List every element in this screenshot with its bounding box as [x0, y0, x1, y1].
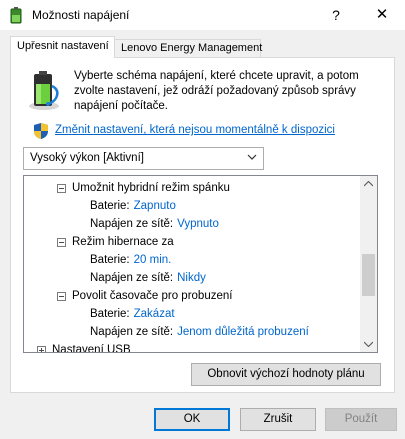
setting-value-link[interactable]: Zapnuto [134, 200, 176, 212]
tree-item-label: Umožnit hybridní režim spánku [72, 182, 230, 194]
setting-label: Napájen ze sítě: [90, 272, 174, 284]
apply-button[interactable]: Použít [325, 408, 397, 431]
tree-item-label: Nastavení USB [52, 344, 131, 353]
scroll-up-icon[interactable] [364, 181, 373, 187]
description-text: Vyberte schéma napájení, které chcete up… [74, 70, 359, 112]
setting-label: Baterie: [90, 200, 130, 212]
close-button[interactable]: ✕ [359, 0, 405, 30]
window-title: Možnosti napájení [32, 8, 130, 22]
tree-setting-row[interactable]: Napájen ze sítě: Nikdy [90, 269, 206, 287]
tree-item-label: Povolit časovače pro probuzení [72, 290, 233, 302]
chevron-down-icon [247, 154, 257, 160]
tab-advanced-settings[interactable]: Upřesnit nastavení [10, 36, 115, 58]
tree-setting-row[interactable]: Baterie: Zakázat [90, 305, 175, 323]
setting-label: Baterie: [90, 308, 130, 320]
setting-value-link[interactable]: Nikdy [177, 272, 206, 284]
setting-value-link[interactable]: 20 min. [134, 254, 172, 266]
scrollbar-thumb[interactable] [362, 254, 375, 296]
tree-setting-row[interactable]: Napájen ze sítě: Jenom důležitá probuzení [90, 323, 309, 341]
tree-item-usb-settings[interactable]: Nastavení USB [52, 341, 131, 353]
tree-setting-row[interactable]: Baterie: 20 min. [90, 251, 171, 269]
power-options-icon [10, 7, 22, 24]
tree-item-label: Režim hibernace za [72, 236, 174, 248]
tree-setting-row[interactable]: Napájen ze sítě: Vypnuto [90, 215, 219, 233]
tree-setting-row[interactable]: Baterie: Zapnuto [90, 197, 176, 215]
collapse-icon[interactable] [57, 238, 66, 247]
ok-button[interactable]: OK [154, 408, 230, 431]
setting-value-link[interactable]: Zakázat [134, 308, 175, 320]
tree-item-hibernate[interactable]: Režim hibernace za [72, 233, 174, 251]
help-button[interactable]: ? [313, 0, 359, 30]
change-unavailable-settings-link[interactable]: Změnit nastavení, která nejsou momentáln… [55, 124, 335, 136]
setting-value-link[interactable]: Vypnuto [177, 218, 219, 230]
tree-item-wake-timers[interactable]: Povolit časovače pro probuzení [72, 287, 232, 305]
title-bar[interactable]: Možnosti napájení ? ✕ [0, 0, 405, 30]
power-plan-value: Vysoký výkon [Aktivní] [30, 152, 144, 164]
scroll-down-icon[interactable] [364, 341, 373, 347]
expand-icon[interactable] [37, 346, 46, 352]
collapse-icon[interactable] [57, 184, 66, 193]
tree-item-hybrid-sleep[interactable]: Umožnit hybridní režim spánku [72, 179, 230, 197]
power-plan-select[interactable]: Vysoký výkon [Aktivní] [23, 147, 264, 170]
uac-shield-icon [34, 123, 48, 139]
setting-label: Napájen ze sítě: [90, 326, 174, 338]
setting-label: Baterie: [90, 254, 130, 266]
cancel-button[interactable]: Zrušit [240, 408, 316, 431]
tree-scrollbar[interactable] [360, 176, 377, 352]
collapse-icon[interactable] [57, 292, 66, 301]
setting-value-link[interactable]: Jenom důležitá probuzení [177, 326, 309, 338]
power-options-dialog: Možnosti napájení ? ✕ Upřesnit nastavení… [0, 0, 405, 439]
battery-icon [29, 71, 59, 110]
setting-label: Napájen ze sítě: [90, 218, 174, 230]
tab-lenovo-energy-management[interactable]: Lenovo Energy Management [114, 39, 262, 58]
settings-tree[interactable]: Umožnit hybridní režim spánku Baterie: Za… [23, 175, 378, 353]
restore-plan-defaults-button[interactable]: Obnovit výchozí hodnoty plánu [191, 363, 381, 386]
